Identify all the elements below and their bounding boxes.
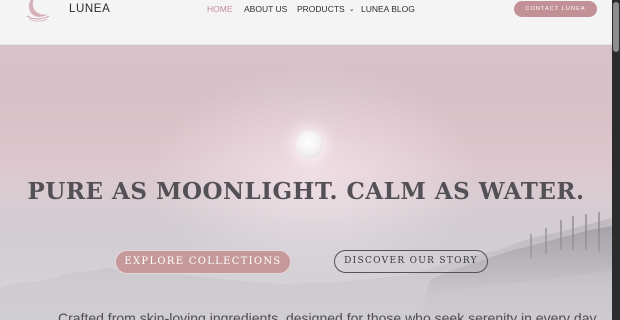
scrollbar-thumb[interactable]: [613, 2, 619, 52]
moon-image: [296, 131, 323, 158]
hero-headline: PURE AS MOONLIGHT. CALM AS WATER.: [27, 178, 585, 205]
scrollbar[interactable]: [612, 0, 620, 320]
hero-section: PURE AS MOONLIGHT. CALM AS WATER. EXPLOR…: [0, 45, 612, 320]
hero-subtext: Crafted from skin-loving ingredients, de…: [58, 310, 597, 320]
explore-collections-button[interactable]: EXPLORE COLLECTIONS: [115, 250, 291, 274]
nav-item-home[interactable]: HOME: [207, 4, 233, 14]
site-header: LUNEA HOME ABOUT US PRODUCTS ⌄ LUNEA BLOG…: [0, 0, 612, 45]
contact-lunea-button[interactable]: CONTACT LUNEA: [514, 1, 597, 17]
nav-item-lunea-blog[interactable]: LUNEA BLOG: [361, 4, 415, 14]
page: LUNEA HOME ABOUT US PRODUCTS ⌄ LUNEA BLOG…: [0, 0, 620, 320]
nav-item-products-label: PRODUCTS: [297, 4, 345, 14]
chevron-down-icon: ⌄: [348, 6, 355, 13]
brand-name[interactable]: LUNEA: [69, 3, 110, 15]
discover-our-story-button[interactable]: DISCOVER OUR STORY: [334, 250, 488, 273]
crescent-moon-logo-icon[interactable]: [22, 0, 54, 22]
mist-overlay: [0, 225, 612, 320]
nav-item-about-us[interactable]: ABOUT US: [244, 4, 287, 14]
nav-item-products[interactable]: PRODUCTS ⌄: [297, 4, 355, 14]
